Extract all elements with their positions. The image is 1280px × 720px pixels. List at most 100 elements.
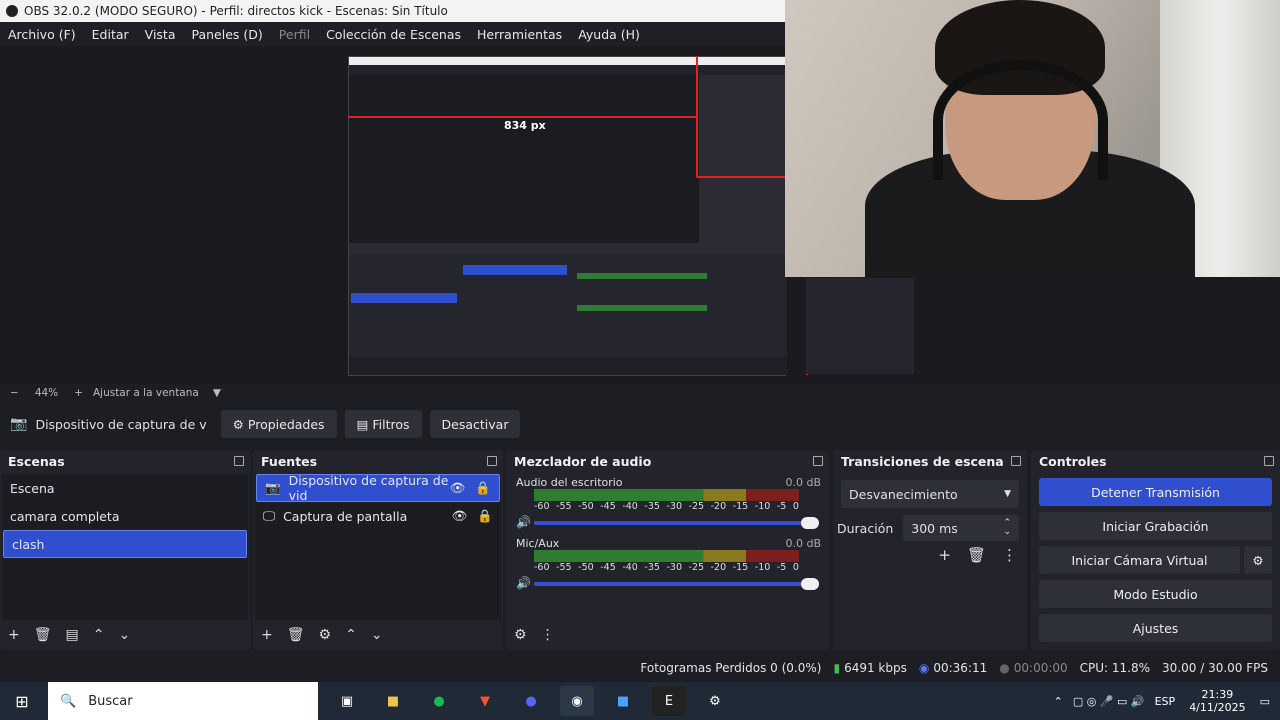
menu-herramientas[interactable]: Herramientas — [469, 27, 570, 42]
filters-label: Filtros — [372, 416, 410, 432]
chevron-up-icon[interactable]: ⌃ — [1054, 695, 1063, 708]
source-item-selected[interactable]: 📷 Dispositivo de captura de vid 👁 🔒 — [256, 473, 500, 503]
meter-tick: -20 — [710, 562, 727, 573]
search-placeholder: Buscar — [88, 693, 133, 709]
trash-icon[interactable]: 🗑 — [967, 546, 986, 564]
transition-toolbar: + 🗑 ⋮ — [938, 546, 1017, 564]
chevron-down-icon[interactable]: ⌄ — [118, 627, 130, 643]
add-icon[interactable]: + — [261, 627, 273, 643]
menu-vista[interactable]: Vista — [137, 27, 184, 42]
popout-icon[interactable] — [487, 456, 497, 466]
taskbar-search[interactable]: 🔍 Buscar — [48, 682, 318, 720]
meter-tick: -55 — [556, 562, 572, 573]
menu-perfil[interactable]: Perfil — [271, 27, 318, 42]
language[interactable]: ESP — [1155, 695, 1176, 708]
settings-button[interactable]: Ajustes — [1039, 614, 1272, 642]
chevron-down-icon: ▼ — [1004, 489, 1011, 499]
stepper-icon[interactable]: ⌃ ⌄ — [1003, 519, 1011, 537]
trash-icon[interactable]: 🗑 — [287, 627, 305, 643]
advanced-audio-icon[interactable]: ⚙ — [514, 627, 527, 643]
dropped-frames: Fotogramas Perdidos 0 (0.0%) — [640, 661, 822, 675]
chevron-up-icon[interactable]: ⌃ — [345, 627, 357, 643]
epic-games-icon[interactable]: E — [652, 686, 686, 716]
settings-gear-icon[interactable]: ⚙ — [698, 686, 732, 716]
virtual-camera-button[interactable]: Iniciar Cámara Virtual — [1039, 546, 1240, 574]
bitrate: 6491 kbps — [844, 661, 907, 675]
menu-archivo[interactable]: Archivo (F) — [0, 27, 84, 42]
add-icon[interactable]: + — [8, 627, 20, 643]
menu-ayuda[interactable]: Ayuda (H) — [570, 27, 648, 42]
store-icon[interactable]: ■ — [606, 686, 640, 716]
obs-icon[interactable]: ◉ — [560, 686, 594, 716]
eye-icon[interactable]: 👁 — [452, 508, 468, 524]
speaker-icon[interactable]: 🔊 — [516, 576, 531, 590]
volume-slider[interactable] — [534, 578, 819, 590]
scene-item-selected[interactable]: clash — [3, 530, 247, 558]
menu-paneles[interactable]: Paneles (D) — [184, 27, 271, 42]
filters-button[interactable]: ▤ Filtros — [344, 410, 422, 438]
sources-dock: Fuentes 📷 Dispositivo de captura de vid … — [253, 450, 503, 650]
transition-select[interactable]: Desvanecimiento ▼ — [841, 480, 1019, 508]
duration-input[interactable]: 300 ms ⌃ ⌄ — [903, 515, 1019, 541]
speaker-icon[interactable]: 🔊 — [516, 515, 531, 529]
popout-icon[interactable] — [813, 456, 823, 466]
popout-icon[interactable] — [1011, 456, 1021, 466]
meter-tick: -45 — [600, 562, 616, 573]
menubar: Archivo (F) Editar Vista Paneles (D) Per… — [0, 22, 785, 46]
clock[interactable]: 21:39 4/11/2025 — [1189, 688, 1245, 714]
meter-tick: -55 — [556, 501, 572, 512]
chevron-down-icon[interactable]: ⌄ — [371, 627, 383, 643]
gear-icon[interactable]: ⚙ — [319, 627, 332, 643]
volume-slider[interactable] — [534, 517, 819, 529]
brave-icon[interactable]: ▼ — [468, 686, 502, 716]
lock-icon[interactable]: 🔒 — [477, 508, 493, 524]
trash-icon[interactable]: 🗑 — [34, 627, 52, 643]
zoom-in-icon[interactable]: + — [74, 387, 83, 399]
source-toolbar: 📷 Dispositivo de captura de v ⚙ Propiedad… — [0, 406, 1280, 442]
transition-value: Desvanecimiento — [849, 486, 958, 502]
gear-icon[interactable]: ⚙ — [1244, 546, 1272, 574]
fit-window-label[interactable]: Ajustar a la ventana — [93, 387, 199, 399]
tray-icons[interactable]: ▢ ◎ 🎤 ▭ 🔊 — [1073, 695, 1145, 708]
discord-icon[interactable]: ● — [514, 686, 548, 716]
stream-time: 00:36:11 — [933, 661, 988, 675]
menu-editar[interactable]: Editar — [84, 27, 137, 42]
meter-tick: 0 — [792, 562, 799, 573]
deactivate-button[interactable]: Desactivar — [429, 410, 521, 438]
zoom-value: 44% — [34, 387, 59, 399]
more-icon[interactable]: ⋮ — [541, 627, 555, 643]
scenes-dock: Escenas Escena camara completa clash + 🗑… — [0, 450, 250, 650]
studio-mode-button[interactable]: Modo Estudio — [1039, 580, 1272, 608]
more-icon[interactable]: ⋮ — [1002, 546, 1017, 564]
menu-coleccion[interactable]: Colección de Escenas — [318, 27, 469, 42]
spotify-icon[interactable]: ● — [422, 686, 456, 716]
chevron-up-icon[interactable]: ⌃ — [93, 627, 105, 643]
popout-icon[interactable] — [1264, 456, 1274, 466]
chevron-down-icon[interactable]: ▼ — [213, 387, 221, 399]
window-title: OBS 32.0.2 (MODO SEGURO) - Perfil: direc… — [24, 4, 448, 18]
popout-icon[interactable] — [234, 456, 244, 466]
lock-icon[interactable]: 🔒 — [475, 480, 491, 496]
monitor-icon: 🖵 — [263, 508, 276, 523]
file-explorer-icon[interactable]: ■ — [376, 686, 410, 716]
meter-tick: -30 — [666, 501, 682, 512]
start-recording-button[interactable]: Iniciar Grabación — [1039, 512, 1272, 540]
notification-icon[interactable]: ▭ — [1260, 695, 1270, 708]
meter-ticks: -60 -55 -50 -45 -40 -35 -30 -25 -20 -15 -10 -5 0 — [534, 562, 799, 576]
scene-item[interactable]: Escena — [2, 474, 248, 502]
guide-line — [696, 176, 786, 178]
filter-icon[interactable]: ▤ — [66, 627, 79, 643]
source-item[interactable]: 🖵 Captura de pantalla 👁 🔒 — [255, 502, 501, 530]
zoom-out-icon[interactable]: − — [10, 387, 19, 399]
stop-streaming-button[interactable]: Detener Transmisión — [1039, 478, 1272, 506]
scene-item[interactable]: camara completa — [2, 502, 248, 530]
task-view-icon[interactable]: ▣ — [330, 686, 364, 716]
meter-tick: -60 — [534, 562, 550, 573]
webcam-source — [785, 0, 1280, 277]
channel-db: 0.0 dB — [785, 476, 821, 489]
properties-button[interactable]: ⚙ Propiedades — [220, 410, 337, 438]
search-icon: 🔍 — [60, 693, 77, 709]
eye-icon[interactable]: 👁 — [450, 480, 466, 496]
add-icon[interactable]: + — [938, 546, 951, 564]
windows-start-icon[interactable]: ⊞ — [0, 692, 44, 711]
